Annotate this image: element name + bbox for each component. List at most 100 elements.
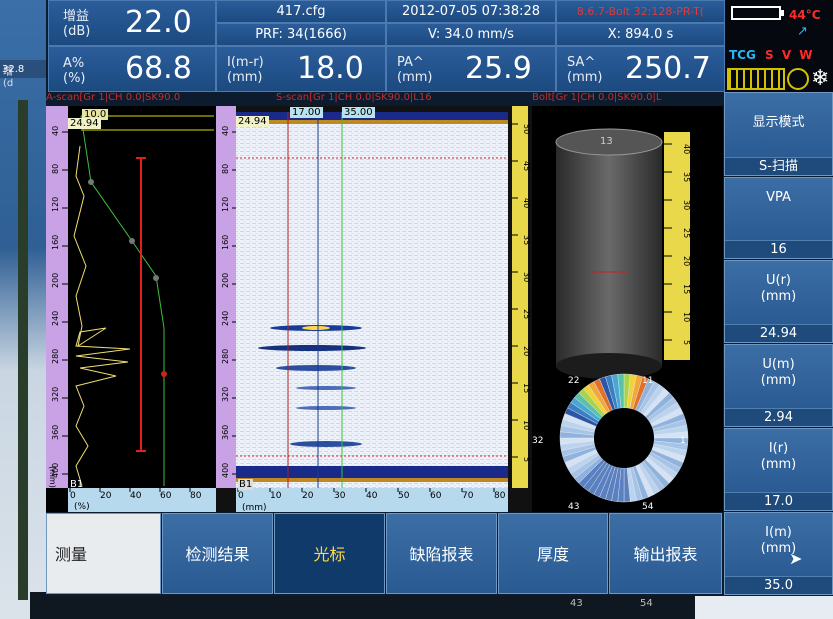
sscan-cursor2-value: 35.00 [342,107,375,118]
sa-label: SA^ (mm) [567,55,603,85]
sscan-ruler-tick: 20 [522,346,531,356]
keyboard-icon[interactable] [727,68,785,90]
ascan-y-tick: 280 [51,349,60,364]
sscan-graphic: 40 80 120 160 200 240 280 320 360 400 0 10 20 30 40 50… [216,106,531,512]
sscan-top-band-hot [236,120,508,124]
sscan-y-tick: 120 [221,197,230,212]
sscan-ruler-tick: 10 [522,420,531,430]
ascan-y-tick: 160 [51,235,60,250]
prf-field: PRF: 34(1666) [216,23,386,46]
temperature: 44°C [789,8,821,22]
mouse-cursor-icon: ➤ [789,549,803,568]
sscan-ruler-tick: 15 [522,383,531,393]
sscan-echo [290,441,362,447]
ascan-panel[interactable]: 40 80 120 160 200 240 280 320 360 400 0 20 40 60 80 1… [46,106,216,512]
ascan-x-unit: (%) [74,502,90,512]
sidebar-title: I(m) (mm) [760,525,797,556]
gain-field[interactable]: 增益 (dB) 22.0 [48,0,216,46]
display-mode-button[interactable]: 显示模式 S-扫描 [724,92,833,176]
sscan-ruler-tick: 35 [522,235,531,245]
ascan-graphic: 4080120160200240280320360400 0 20 40 60 80 [46,106,216,512]
amplitude-label: A% (%) [63,56,86,86]
background-ascan-strip [18,100,28,600]
ascan-b-marker: B1 [70,479,84,490]
sscan-x-tick: 20 [302,491,314,501]
bolt-ruler-tick: 20 [682,256,691,266]
ascan-y-tick: 360 [51,425,60,440]
bolt-ruler-tick: 30 [682,200,691,210]
bolt-panel[interactable]: 40 35 30 25 20 15 10 5 13 22 11 32 1 43 54 [532,106,723,512]
sscan-x-tick: 30 [334,491,346,501]
tab-defect-report[interactable]: 缺陷报表 [386,513,497,594]
sscan-ruler-tick: 40 [522,198,531,208]
tab-thickness[interactable]: 厚度 [498,513,608,594]
um-button[interactable]: U(m) (mm) 2.94 [724,344,833,427]
sscan-y-tick: 200 [221,273,230,288]
sidebar-value: S-扫描 [725,157,832,175]
ascan-y-tick: 240 [51,311,60,326]
ascan-x-tick: 0 [70,491,76,501]
sa-value: 250.7 [625,51,711,86]
x-position-field: X: 894.0 s [556,23,725,46]
snowflake-icon[interactable]: ❄ [811,66,829,91]
sscan-x-tick: 70 [462,491,474,501]
ascan-x-tick: 80 [190,491,202,501]
arrow-icon: ↗ [797,24,808,39]
sidebar-value: 24.94 [725,324,832,342]
ascan-ref-value: 24.94 [68,118,101,129]
sscan-x-unit: (mm) [242,503,267,513]
bolt-ruler-tick: 25 [682,228,691,238]
bolt-ruler-tick: 40 [682,144,691,154]
sidebar-value: 16 [725,240,832,258]
sscan-y-tick: 320 [221,387,230,402]
sidebar-title: I(r) (mm) [760,441,797,472]
sscan-ruler-tick: 30 [522,272,531,282]
sidebar-title: U(r) (mm) [760,273,797,304]
sscan-b-marker: B1 [238,479,254,490]
disk-label-22: 22 [568,376,580,386]
sscan-image [236,112,508,488]
scan-title-bar: A-scan[Gr 1|CH 0.0|SK90.0 S-scan[Gr 1|CH… [46,92,723,106]
sidebar-value: 2.94 [725,408,832,426]
tab-measure[interactable]: 测量 [46,513,161,594]
im-button[interactable]: I(m) (mm) 35.0 ➤ [724,512,833,595]
amplitude-field[interactable]: A% (%) 68.8 [48,46,216,92]
pa-label: PA^ (mm) [397,55,433,85]
sscan-bottom-band-hot [236,478,508,482]
tab-output-report[interactable]: 输出报表 [609,513,722,594]
clock-icon[interactable] [787,68,809,90]
bolt-ruler-tick: 10 [682,312,691,322]
gain-value: 22.0 [125,5,192,40]
ascan-y-tick: 200 [51,273,60,288]
ascan-y-tick: 120 [51,197,60,212]
datetime-field: 2012-07-05 07:38:28 [386,0,556,23]
tab-cursor[interactable]: 光标 [274,513,385,594]
disk-label-1: 1 [680,436,686,446]
sscan-ruler-tick: 50 [522,124,531,134]
tcg-point [153,275,159,281]
bolt-ruler-tick: 35 [682,172,691,182]
svw-indicator: S V W [765,48,815,62]
ascan-tcg-curve [80,115,165,486]
tab-inspection-result[interactable]: 检测结果 [162,513,273,594]
sscan-x-tick: 50 [398,491,410,501]
sscan-y-tick: 400 [221,463,230,478]
ir-button[interactable]: I(r) (mm) 17.0 [724,428,833,511]
background-bottom-strip: 43 54 [30,592,695,619]
bolt-ruler-tick: 5 [682,340,691,345]
ur-button[interactable]: U(r) (mm) 24.94 [724,260,833,343]
sscan-panel[interactable]: 40 80 120 160 200 240 280 320 360 400 0 10 20 30 40 50… [216,106,532,513]
sscan-echo [296,406,356,410]
background-bottom-label: 43 [570,598,583,609]
ascan-title: A-scan[Gr 1|CH 0.0|SK90.0 [46,92,181,103]
tcg-indicator: TCG [729,48,756,62]
sidebar-value: 35.0 [725,576,832,594]
sscan-ruler-tick: 45 [522,161,531,171]
sscan-title: S-scan[Gr 1|CH 0.0|SK90.0|L16 [276,92,432,103]
pa-field[interactable]: PA^ (mm) 25.9 [386,46,556,92]
bolt-title: Bolt[Gr 1|CH 0.0|SK90.0|L [532,92,662,103]
probe-status-field: 8.6.7-Bolt 32:128-PR-T( [556,0,725,23]
vpa-button[interactable]: VPA 16 [724,177,833,259]
sa-field[interactable]: SA^ (mm) 250.7 [556,46,725,92]
imr-field[interactable]: I(m-r) (mm) 18.0 [216,46,386,92]
